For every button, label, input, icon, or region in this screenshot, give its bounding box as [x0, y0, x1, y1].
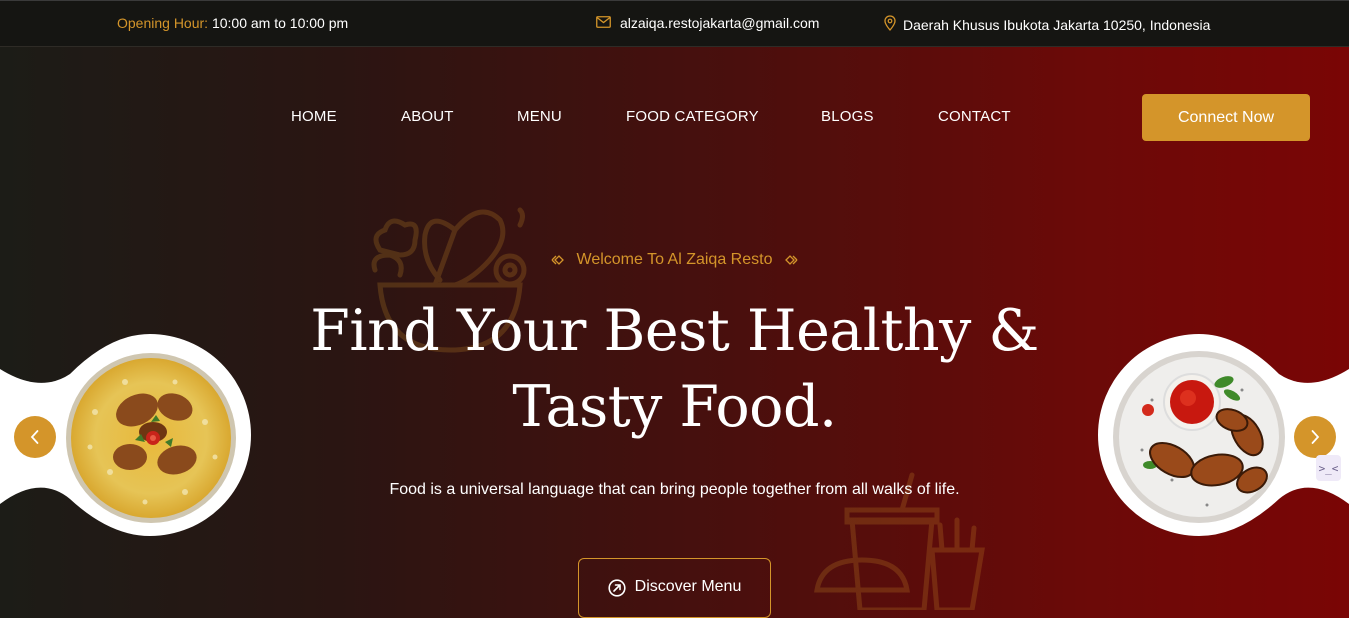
discover-menu-label: Discover Menu [634, 578, 742, 595]
connect-now-button[interactable]: Connect Now [1142, 94, 1310, 141]
opening-hours-value: 10:00 am to 10:00 pm [211, 15, 349, 31]
envelope-icon [596, 15, 611, 31]
contact-email[interactable]: alzaiqa.restojakarta@gmail.com [596, 15, 819, 31]
hero-headline-line-2: Tasty Food. [512, 374, 837, 440]
opening-hours: Opening Hour: 10:00 am to 10:00 pm [117, 15, 348, 31]
contact-address: Daerah Khusus Ibukota Jakarta 10250, Ind… [884, 15, 1210, 34]
address-text: Daerah Khusus Ibukota Jakarta 10250, Ind… [903, 16, 1211, 33]
top-bar: Opening Hour: 10:00 am to 10:00 pm alzai… [0, 0, 1349, 47]
welcome-text: Welcome To Al Zaiqa Resto [576, 251, 773, 268]
diamond-ornament-icon [785, 254, 798, 265]
arrow-circle-icon [608, 579, 626, 597]
nav-home[interactable]: HOME [291, 108, 337, 125]
email-text: alzaiqa.restojakarta@gmail.com [620, 15, 820, 31]
nav-menu[interactable]: MENU [517, 108, 562, 125]
floating-widget-button[interactable]: >_< [1316, 455, 1341, 481]
diamond-ornament-icon [551, 254, 564, 265]
hero-subtitle: Food is a universal language that can br… [389, 481, 960, 498]
nav-food-category[interactable]: FOOD CATEGORY [626, 108, 759, 125]
welcome-tagline: Welcome To Al Zaiqa Resto [0, 251, 1349, 269]
nav-blogs[interactable]: BLOGS [821, 108, 874, 125]
nav-about[interactable]: ABOUT [401, 108, 454, 125]
map-pin-icon [884, 15, 896, 34]
discover-menu-button[interactable]: Discover Menu [578, 558, 771, 618]
nav-contact[interactable]: CONTACT [938, 108, 1011, 125]
hero-headline: Find Your Best Healthy & Tasty Food. [0, 293, 1349, 445]
opening-hours-label: Opening Hour: [117, 15, 209, 31]
hero-headline-line-1: Find Your Best Healthy & [310, 298, 1039, 364]
